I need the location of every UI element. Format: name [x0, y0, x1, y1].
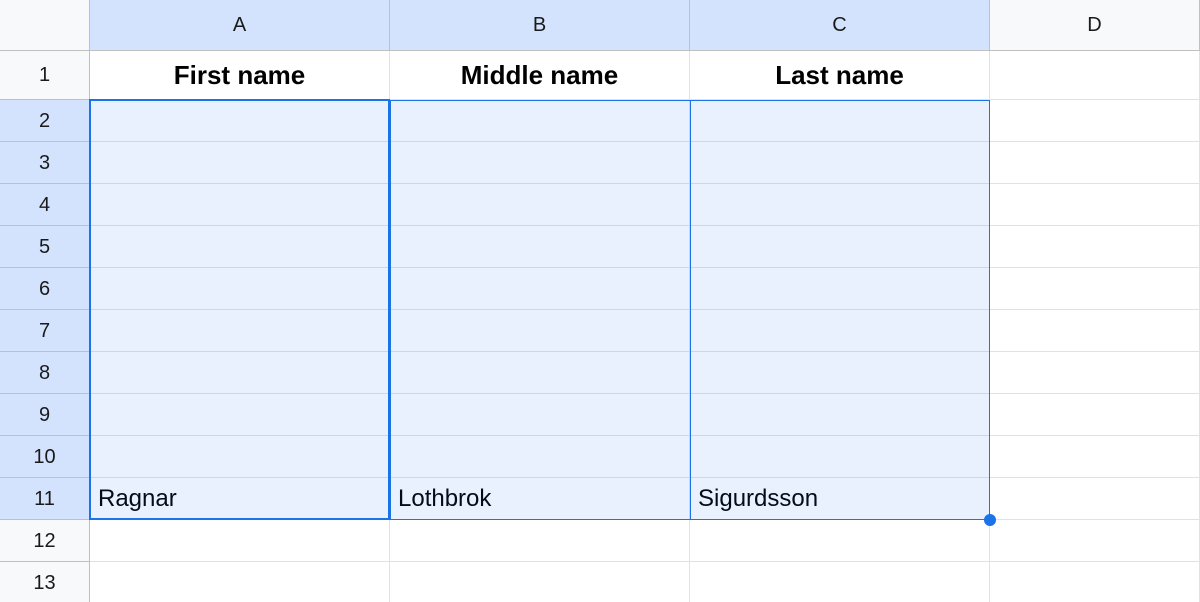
cell-D7[interactable]: [990, 310, 1200, 352]
cell-B9[interactable]: [390, 394, 690, 436]
cell-D4[interactable]: [990, 184, 1200, 226]
col-header-D[interactable]: D: [990, 0, 1200, 51]
cell-B8[interactable]: [390, 352, 690, 394]
cell-C10[interactable]: [690, 436, 990, 478]
cell-C1[interactable]: Last name: [690, 51, 990, 100]
cell-A13[interactable]: [90, 562, 390, 602]
cell-C3[interactable]: [690, 142, 990, 184]
selection-fill-handle[interactable]: [984, 514, 996, 526]
cell-C2[interactable]: [690, 100, 990, 142]
row-header-5[interactable]: 5: [0, 226, 90, 268]
cell-D8[interactable]: [990, 352, 1200, 394]
cell-B13[interactable]: [390, 562, 690, 602]
row-header-13[interactable]: 13: [0, 562, 90, 602]
row-header-1[interactable]: 1: [0, 51, 90, 100]
cell-B11[interactable]: Lothbrok: [390, 478, 690, 520]
cell-A12[interactable]: [90, 520, 390, 562]
cell-A9[interactable]: [90, 394, 390, 436]
cell-A11[interactable]: Ragnar: [90, 478, 390, 520]
cell-B5[interactable]: [390, 226, 690, 268]
cell-B4[interactable]: [390, 184, 690, 226]
cell-D5[interactable]: [990, 226, 1200, 268]
cell-A2[interactable]: [90, 100, 390, 142]
cell-A5[interactable]: [90, 226, 390, 268]
cell-B3[interactable]: [390, 142, 690, 184]
cell-D12[interactable]: [990, 520, 1200, 562]
cell-A8[interactable]: [90, 352, 390, 394]
cell-D9[interactable]: [990, 394, 1200, 436]
cell-C8[interactable]: [690, 352, 990, 394]
select-all-corner[interactable]: [0, 0, 90, 51]
cell-B7[interactable]: [390, 310, 690, 352]
row-header-9[interactable]: 9: [0, 394, 90, 436]
cell-C11[interactable]: Sigurdsson: [690, 478, 990, 520]
cell-B6[interactable]: [390, 268, 690, 310]
row-header-2[interactable]: 2: [0, 100, 90, 142]
cell-D10[interactable]: [990, 436, 1200, 478]
cell-A3[interactable]: [90, 142, 390, 184]
cell-A10[interactable]: [90, 436, 390, 478]
row-header-8[interactable]: 8: [0, 352, 90, 394]
row-header-10[interactable]: 10: [0, 436, 90, 478]
col-header-B[interactable]: B: [390, 0, 690, 51]
row-header-3[interactable]: 3: [0, 142, 90, 184]
row-header-12[interactable]: 12: [0, 520, 90, 562]
cell-D13[interactable]: [990, 562, 1200, 602]
cell-D11[interactable]: [990, 478, 1200, 520]
cell-A7[interactable]: [90, 310, 390, 352]
cell-C4[interactable]: [690, 184, 990, 226]
cell-D1[interactable]: [990, 51, 1200, 100]
cell-D3[interactable]: [990, 142, 1200, 184]
cell-D2[interactable]: [990, 100, 1200, 142]
cell-A6[interactable]: [90, 268, 390, 310]
col-header-A[interactable]: A: [90, 0, 390, 51]
spreadsheet-grid[interactable]: A B C D 1 2 3 4 5 6 7 8 9 10 11 12 13 Fi…: [0, 0, 1200, 602]
cell-D6[interactable]: [990, 268, 1200, 310]
cell-A4[interactable]: [90, 184, 390, 226]
cell-B12[interactable]: [390, 520, 690, 562]
col-header-C[interactable]: C: [690, 0, 990, 51]
cell-C13[interactable]: [690, 562, 990, 602]
cell-B10[interactable]: [390, 436, 690, 478]
cell-C5[interactable]: [690, 226, 990, 268]
cell-C12[interactable]: [690, 520, 990, 562]
cell-C6[interactable]: [690, 268, 990, 310]
row-header-11[interactable]: 11: [0, 478, 90, 520]
cell-B1[interactable]: Middle name: [390, 51, 690, 100]
cell-C7[interactable]: [690, 310, 990, 352]
row-header-4[interactable]: 4: [0, 184, 90, 226]
cell-C9[interactable]: [690, 394, 990, 436]
cell-A1[interactable]: First name: [90, 51, 390, 100]
row-header-6[interactable]: 6: [0, 268, 90, 310]
cell-B2[interactable]: [390, 100, 690, 142]
row-header-7[interactable]: 7: [0, 310, 90, 352]
